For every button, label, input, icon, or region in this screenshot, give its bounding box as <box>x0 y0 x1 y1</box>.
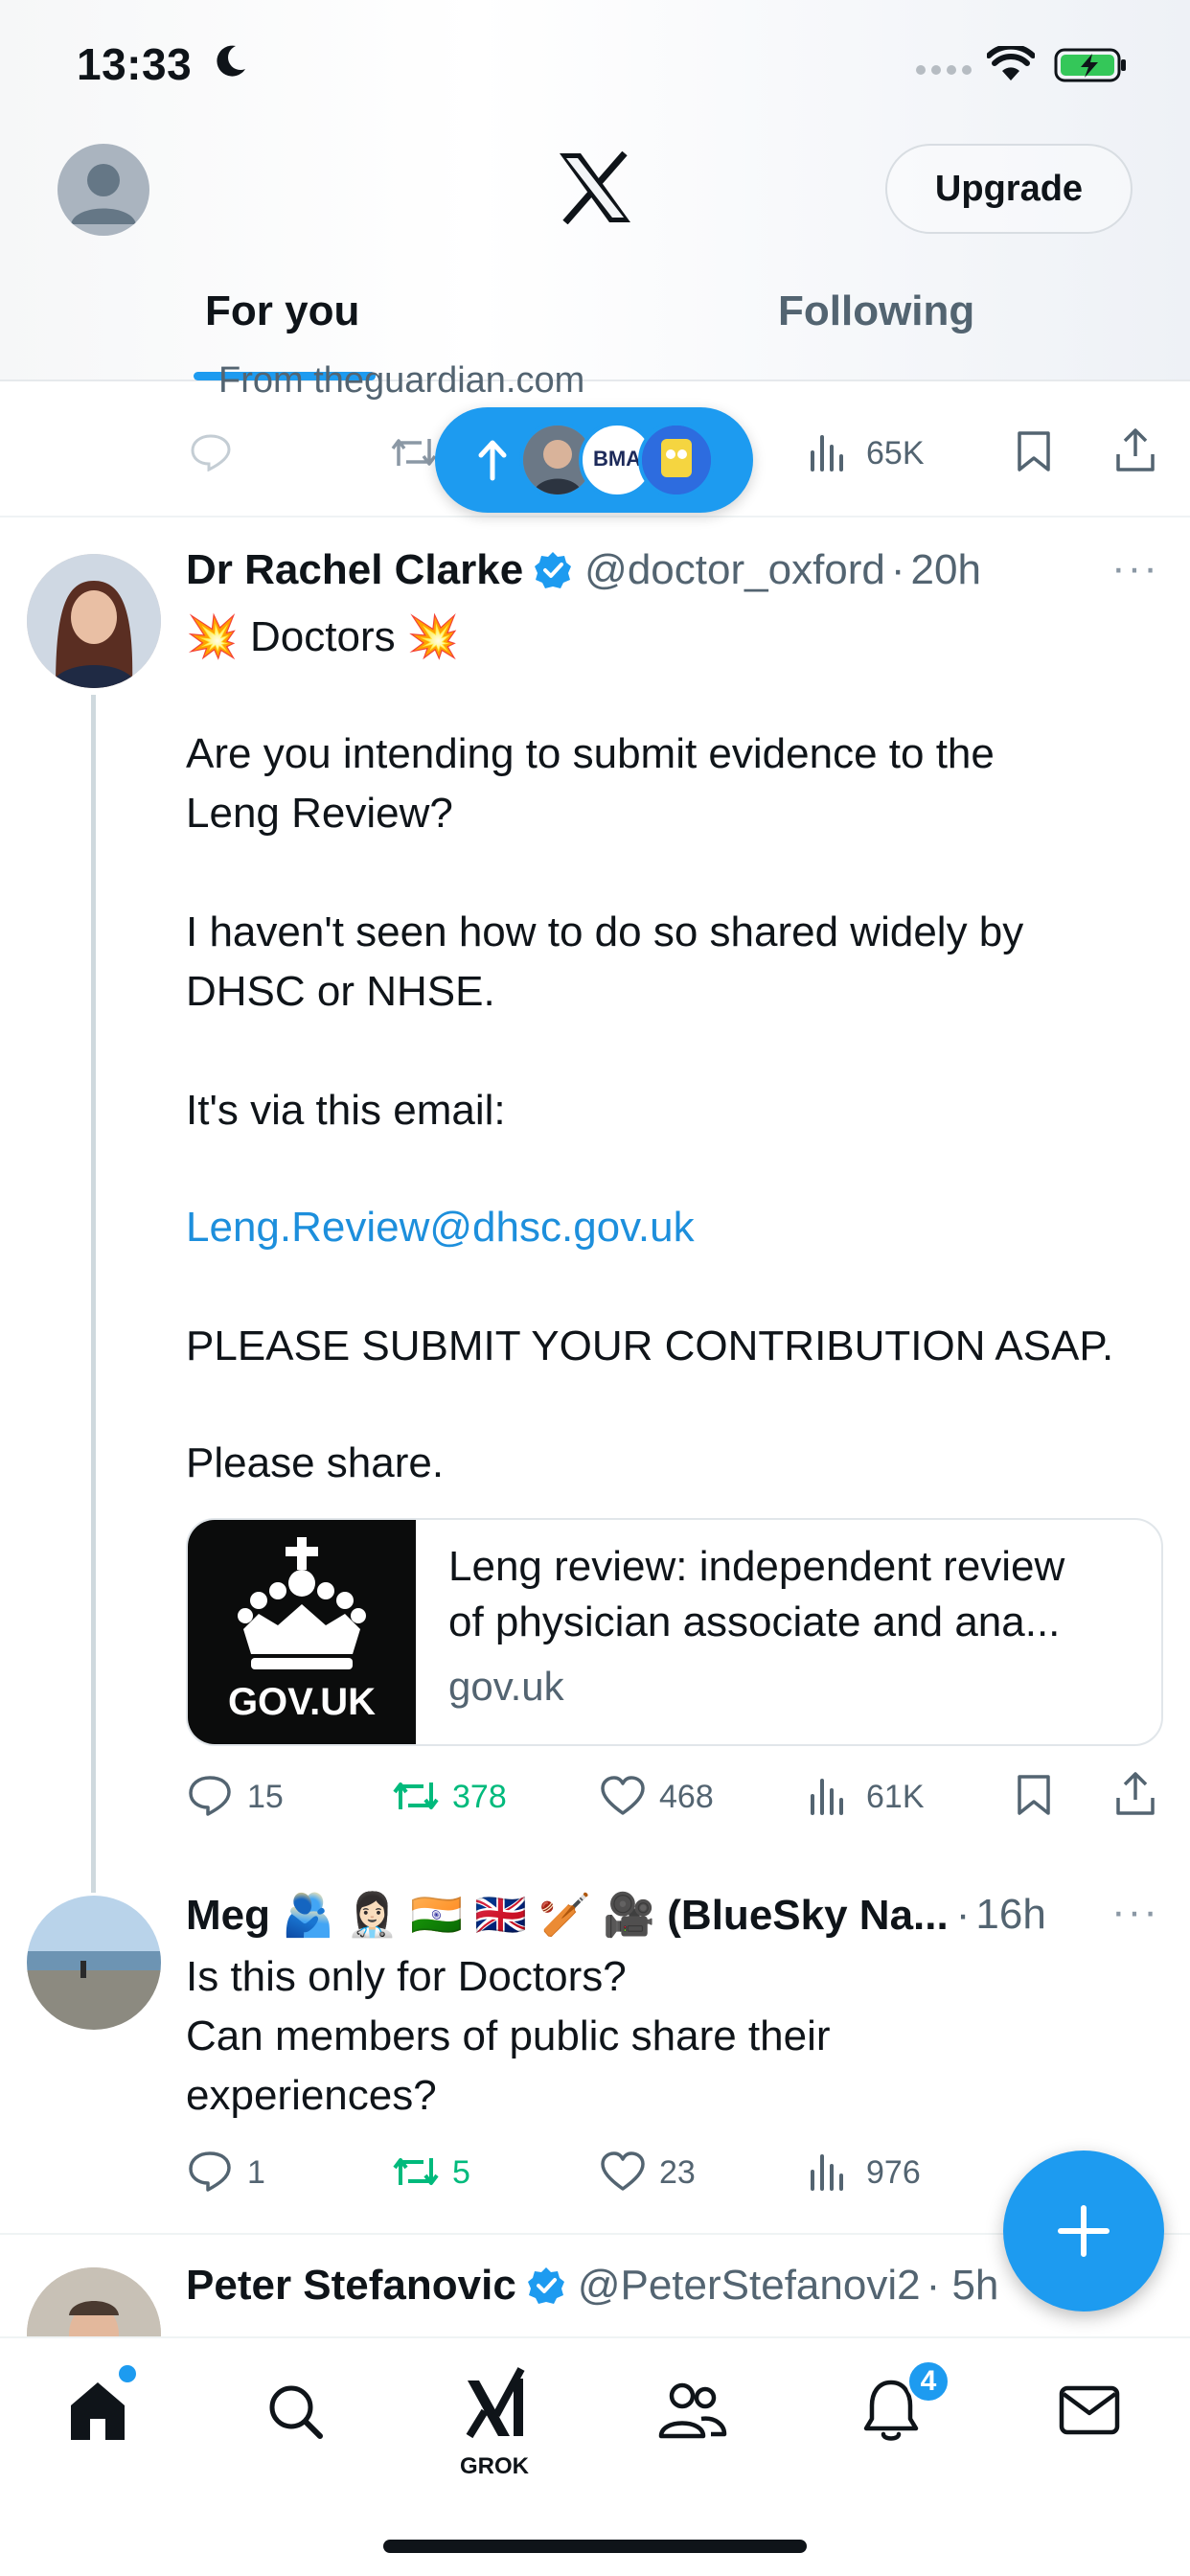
grok-icon[interactable] <box>462 2363 529 2450</box>
reply-text-line: experiences? <box>186 2072 437 2119</box>
views-icon[interactable] <box>809 1775 847 1817</box>
home-icon[interactable] <box>67 2377 128 2444</box>
views-count: 61K <box>866 1779 925 1815</box>
next-author-name[interactable]: Peter Stefanovic <box>186 2262 516 2310</box>
tab-following[interactable]: Following <box>778 288 974 335</box>
verified-badge-icon <box>535 552 572 588</box>
moon-icon <box>217 45 245 77</box>
communities-icon[interactable] <box>657 2377 728 2444</box>
card-domain: gov.uk <box>448 1664 564 1709</box>
card-title-line: of physician associate and ana... <box>448 1598 1061 1645</box>
repost-icon[interactable] <box>391 2152 441 2191</box>
tweet-text-line: Are you intending to submit evidence to … <box>186 730 995 777</box>
next-tweet-header: Peter Stefanovic @PeterStefanovi2 · 5h <box>186 2262 998 2310</box>
status-bar: 13:33 <box>0 0 1190 134</box>
author-avatar[interactable] <box>27 554 161 688</box>
reply-text-line: Can members of public share their <box>186 2012 831 2059</box>
link-source-text[interactable]: From theguardian.com <box>218 360 584 402</box>
views-count: 976 <box>866 2154 921 2191</box>
tweet-text-line: Leng Review? <box>186 790 453 837</box>
search-icon[interactable] <box>264 2377 326 2444</box>
thread-line <box>91 695 96 1893</box>
bottom-navigation: GROK 4 <box>0 2336 1190 2576</box>
compose-button[interactable] <box>1003 2150 1164 2312</box>
status-time: 13:33 <box>77 39 193 89</box>
tweet-text-line: Please share. <box>186 1439 445 1486</box>
signal-icon <box>916 65 972 75</box>
x-logo-icon[interactable] <box>556 151 634 224</box>
bookmark-icon[interactable] <box>1016 1773 1052 1817</box>
views-count: 65K <box>866 435 925 472</box>
reply-count: 1 <box>247 2154 265 2191</box>
like-count: 468 <box>659 1779 714 1815</box>
crown-icon <box>238 1537 366 1669</box>
repost-count: 378 <box>452 1779 507 1815</box>
repost-count: 5 <box>452 2154 470 2191</box>
reply-icon[interactable] <box>188 1775 232 1817</box>
reply-text-line: Is this only for Doctors? <box>186 1953 627 2000</box>
views-icon[interactable] <box>809 431 847 473</box>
home-unread-dot <box>119 2365 136 2382</box>
reply-count: 15 <box>247 1779 284 1815</box>
new-posts-pill[interactable]: BMA <box>435 407 753 513</box>
share-icon[interactable] <box>1113 427 1157 473</box>
author-name[interactable]: Dr Rachel Clarke <box>186 546 523 594</box>
next-tweet-time[interactable]: · 5h <box>927 2262 999 2310</box>
like-count: 23 <box>659 2154 696 2191</box>
more-options-icon[interactable]: ··· <box>1111 544 1159 592</box>
upgrade-button[interactable]: Upgrade <box>885 144 1133 234</box>
tweet-text-line: It's via this email: <box>186 1087 506 1134</box>
card-title-line: Leng review: independent review <box>448 1543 1065 1590</box>
messages-icon[interactable] <box>1058 2377 1121 2444</box>
tab-for-you[interactable]: For you <box>205 288 359 335</box>
reply-icon[interactable] <box>190 433 232 472</box>
email-link[interactable]: Leng.Review@dhsc.gov.uk <box>186 1198 695 1257</box>
tweet-text-line: DHSC or NHSE. <box>186 968 495 1015</box>
dot-separator: · <box>955 1891 971 1938</box>
next-author-handle[interactable]: @PeterStefanovi2 <box>578 2262 921 2310</box>
reply-author-name[interactable]: Meg 🫂 👩🏻‍⚕️ 🇮🇳 🇬🇧 🏏 🎥 (BlueSky Na... <box>186 1890 949 1940</box>
home-indicator <box>383 2540 807 2553</box>
tweet-text-line: PLEASE SUBMIT YOUR CONTRIBUTION ASAP. <box>186 1322 1114 1369</box>
reply-header: Meg 🫂 👩🏻‍⚕️ 🇮🇳 🇬🇧 🏏 🎥 (BlueSky Na... · 1… <box>186 1890 1046 1940</box>
repost-icon[interactable] <box>391 1777 441 1815</box>
dot-separator: · <box>890 546 905 593</box>
arrow-up-icon <box>478 440 507 481</box>
bookmark-icon[interactable] <box>1016 429 1052 473</box>
wifi-icon <box>987 46 1035 80</box>
more-options-icon[interactable]: ··· <box>1111 1888 1159 1936</box>
reply-icon[interactable] <box>188 2150 232 2193</box>
like-icon[interactable] <box>600 1775 646 1817</box>
views-icon[interactable] <box>809 2150 847 2193</box>
reply-time[interactable]: 16h <box>975 1891 1045 1939</box>
reply-author-avatar[interactable] <box>27 1896 161 2030</box>
pill-avatar-3 <box>638 422 715 498</box>
tweet-text-line: 💥 Doctors 💥 <box>186 613 460 660</box>
tweet-text-line: I haven't seen how to do so shared widel… <box>186 908 1024 955</box>
share-icon[interactable] <box>1113 1771 1157 1817</box>
author-handle[interactable]: @doctor_oxford <box>584 546 885 594</box>
gov-uk-logo-text: GOV.UK <box>227 1681 377 1723</box>
like-icon[interactable] <box>600 2150 646 2193</box>
profile-avatar[interactable] <box>57 144 149 236</box>
grok-label: GROK <box>460 2453 529 2479</box>
tweet-header: Dr Rachel Clarke @doctor_oxford · 20h <box>186 546 981 594</box>
card-title: Leng review: independent review of physi… <box>448 1539 1138 1650</box>
link-preview-card[interactable]: GOV.UK Leng review: independent review o… <box>186 1518 1163 1746</box>
compose-plus-icon <box>1058 2205 1110 2257</box>
repost-icon[interactable] <box>389 433 439 472</box>
card-thumbnail: GOV.UK <box>188 1520 416 1744</box>
tweet-time[interactable]: 20h <box>911 546 981 594</box>
battery-charging-icon <box>1054 48 1126 82</box>
verified-badge-icon <box>527 2267 564 2304</box>
notifications-badge: 4 <box>906 2359 950 2404</box>
